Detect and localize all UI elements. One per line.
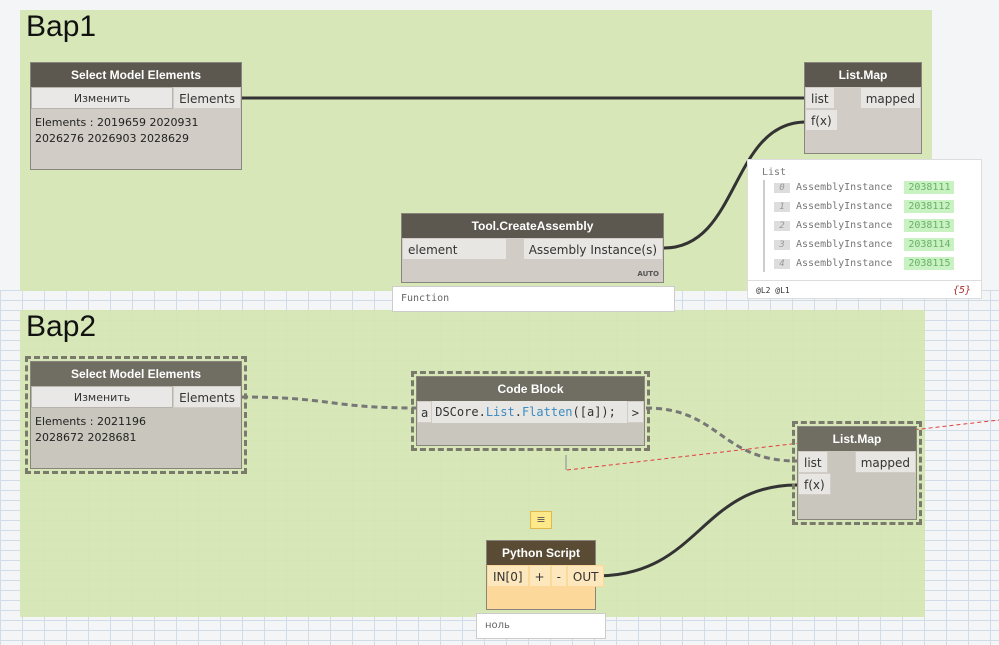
input-port-fx[interactable]: f(x) [805,109,838,131]
input-port-list[interactable]: list [805,87,835,109]
node-title: Code Block [417,377,644,401]
wire [241,395,417,410]
watch-preview: List 0 AssemblyInstance 2038111 1 AssemblyI… [747,159,982,299]
node-title: Tool.CreateAssembly [402,214,663,238]
code-editor[interactable]: DSCore.List.Flatten([a]); [432,401,627,423]
change-button[interactable]: Изменить [31,87,174,109]
output-port-mapped[interactable]: mapped [854,451,916,473]
list-map-node[interactable]: List.Map list mapped f(x) [804,62,922,154]
input-port-fx[interactable]: f(x) [798,473,831,495]
node-preview: Function [392,286,675,312]
node-output-text: Elements : 2021196 2028672 2028681 [35,415,146,444]
node-title: List.Map [798,427,916,451]
output-port-elements[interactable]: Elements [173,87,241,109]
note-icon[interactable]: ≡ [530,511,552,529]
lacing-label: AUTO [637,270,659,278]
output-port-out[interactable]: OUT [566,565,605,587]
node-title: Select Model Elements [31,63,241,87]
node-output-text: Elements : 2019659 2020931 2026276 20269… [35,116,199,145]
list-item: 0 AssemblyInstance 2038111 [774,181,955,194]
create-assembly-node[interactable]: Tool.CreateAssembly element Assembly Inst… [401,213,664,283]
list-item: 3 AssemblyInstance 2038114 [774,238,955,251]
node-title: Python Script [487,541,595,565]
list-item: 1 AssemblyInstance 2038112 [774,200,955,213]
output-port-assembly-instances[interactable]: Assembly Instance(s) [522,238,663,260]
list-header: List [762,167,787,178]
python-script-node[interactable]: Python Script IN[0] + - OUT [486,540,605,610]
change-button[interactable]: Изменить [31,386,174,408]
list-levels[interactable]: @L2 @L1 [756,286,790,295]
wire [595,483,798,578]
input-port-in0[interactable]: IN[0] [487,565,529,587]
select-model-elements-node[interactable]: Select Model Elements Изменить Elements E… [30,62,242,170]
list-item: 4 AssemblyInstance 2038115 [774,257,955,270]
code-block-node[interactable]: Code Block a DSCore.List.Flatten([a]); > [411,371,650,451]
add-input-button[interactable]: + [528,565,551,587]
output-port-mapped[interactable]: mapped [859,87,921,109]
output-port-elements[interactable]: Elements [173,386,241,408]
input-port-list[interactable]: list [798,451,828,473]
node-title: List.Map [805,63,921,87]
list-count: {5} [952,285,971,296]
input-port-a[interactable]: a [417,401,433,423]
wire [645,406,798,463]
node-preview: ноль [476,613,606,639]
output-port[interactable]: > [626,401,644,423]
select-model-elements-node[interactable]: Select Model Elements Изменить Elements E… [25,356,247,474]
remove-input-button[interactable]: - [550,565,567,587]
node-title: Select Model Elements [31,362,241,386]
list-map-node[interactable]: List.Map list mapped f(x) [792,421,922,525]
list-item: 2 AssemblyInstance 2038113 [774,219,955,232]
input-port-element[interactable]: element [402,238,507,260]
